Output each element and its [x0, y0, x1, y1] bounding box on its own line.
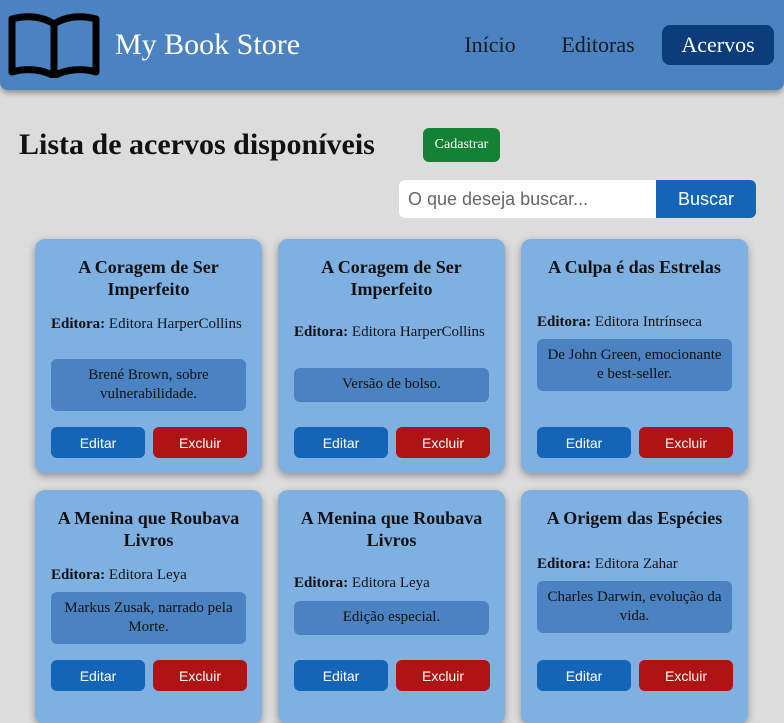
book-title: A Menina que Roubava Livros [300, 508, 483, 550]
publisher-name: Editora HarperCollins [108, 316, 242, 332]
book-description: De John Green, emocionante e best-seller… [537, 339, 732, 391]
book-card: A Coragem de Ser Imperfeito Editora: Edi… [278, 239, 505, 473]
cadastrar-button[interactable]: Cadastrar [423, 128, 500, 162]
delete-button[interactable]: Excluir [639, 660, 733, 691]
book-title: A Menina que Roubava Livros [57, 508, 240, 550]
book-publisher: Editora: Editora Zahar [537, 555, 734, 574]
book-card: A Coragem de Ser Imperfeito Editora: Edi… [35, 239, 262, 473]
top-navbar: My Book Store Início Editoras Acervos [0, 0, 784, 90]
search-button[interactable]: Buscar [656, 180, 756, 218]
edit-button[interactable]: Editar [537, 660, 631, 691]
publisher-label: Editora: [51, 316, 106, 332]
publisher-label: Editora: [51, 567, 106, 583]
delete-button[interactable]: Excluir [153, 660, 247, 691]
edit-button[interactable]: Editar [294, 660, 388, 691]
nav-inicio[interactable]: Início [446, 25, 534, 65]
book-card: A Culpa é das Estrelas Editora: Editora … [521, 239, 748, 473]
book-description: Charles Darwin, evolução da vida. [537, 581, 732, 633]
delete-button[interactable]: Excluir [639, 427, 733, 458]
publisher-label: Editora: [294, 324, 349, 340]
publisher-name: Editora HarperCollins [351, 324, 485, 340]
edit-button[interactable]: Editar [537, 427, 631, 458]
delete-button[interactable]: Excluir [396, 427, 490, 458]
delete-button[interactable]: Excluir [153, 427, 247, 458]
publisher-name: Editora Intrínseca [594, 314, 702, 330]
book-card: A Menina que Roubava Livros Editora: Edi… [278, 490, 505, 723]
search-input[interactable] [399, 180, 657, 218]
publisher-label: Editora: [537, 314, 592, 330]
delete-button[interactable]: Excluir [396, 660, 490, 691]
book-description: Brené Brown, sobre vulnerabilidade. [51, 359, 246, 411]
publisher-name: Editora Leya [351, 575, 430, 591]
publisher-label: Editora: [537, 556, 592, 572]
book-title: A Coragem de Ser Imperfeito [321, 257, 462, 299]
book-publisher: Editora: Editora Leya [294, 574, 491, 593]
book-publisher: Editora: Editora Intrínseca [537, 313, 734, 332]
page-title: Lista de acervos disponíveis [19, 128, 375, 161]
book-description: Edição especial. [294, 601, 489, 635]
open-book-icon [8, 13, 100, 78]
book-title: A Coragem de Ser Imperfeito [78, 257, 219, 299]
brand-title[interactable]: My Book Store [115, 28, 300, 62]
nav-editoras[interactable]: Editoras [542, 25, 654, 65]
book-publisher: Editora: Editora Leya [51, 566, 248, 585]
book-publisher: Editora: Editora HarperCollins [51, 315, 248, 334]
book-description: Markus Zusak, narrado pela Morte. [51, 592, 246, 644]
edit-button[interactable]: Editar [294, 427, 388, 458]
publisher-name: Editora Zahar [594, 556, 678, 572]
nav-acervos[interactable]: Acervos [662, 25, 774, 65]
book-publisher: Editora: Editora HarperCollins [294, 323, 491, 342]
book-title: A Origem das Espécies [546, 508, 723, 528]
publisher-name: Editora Leya [108, 567, 187, 583]
publisher-label: Editora: [294, 575, 349, 591]
book-description: Versão de bolso. [294, 368, 489, 402]
book-card: A Menina que Roubava Livros Editora: Edi… [35, 490, 262, 723]
edit-button[interactable]: Editar [51, 660, 145, 691]
book-card: A Origem das Espécies Editora: Editora Z… [521, 490, 748, 723]
edit-button[interactable]: Editar [51, 427, 145, 458]
book-title: A Culpa é das Estrelas [548, 257, 721, 277]
